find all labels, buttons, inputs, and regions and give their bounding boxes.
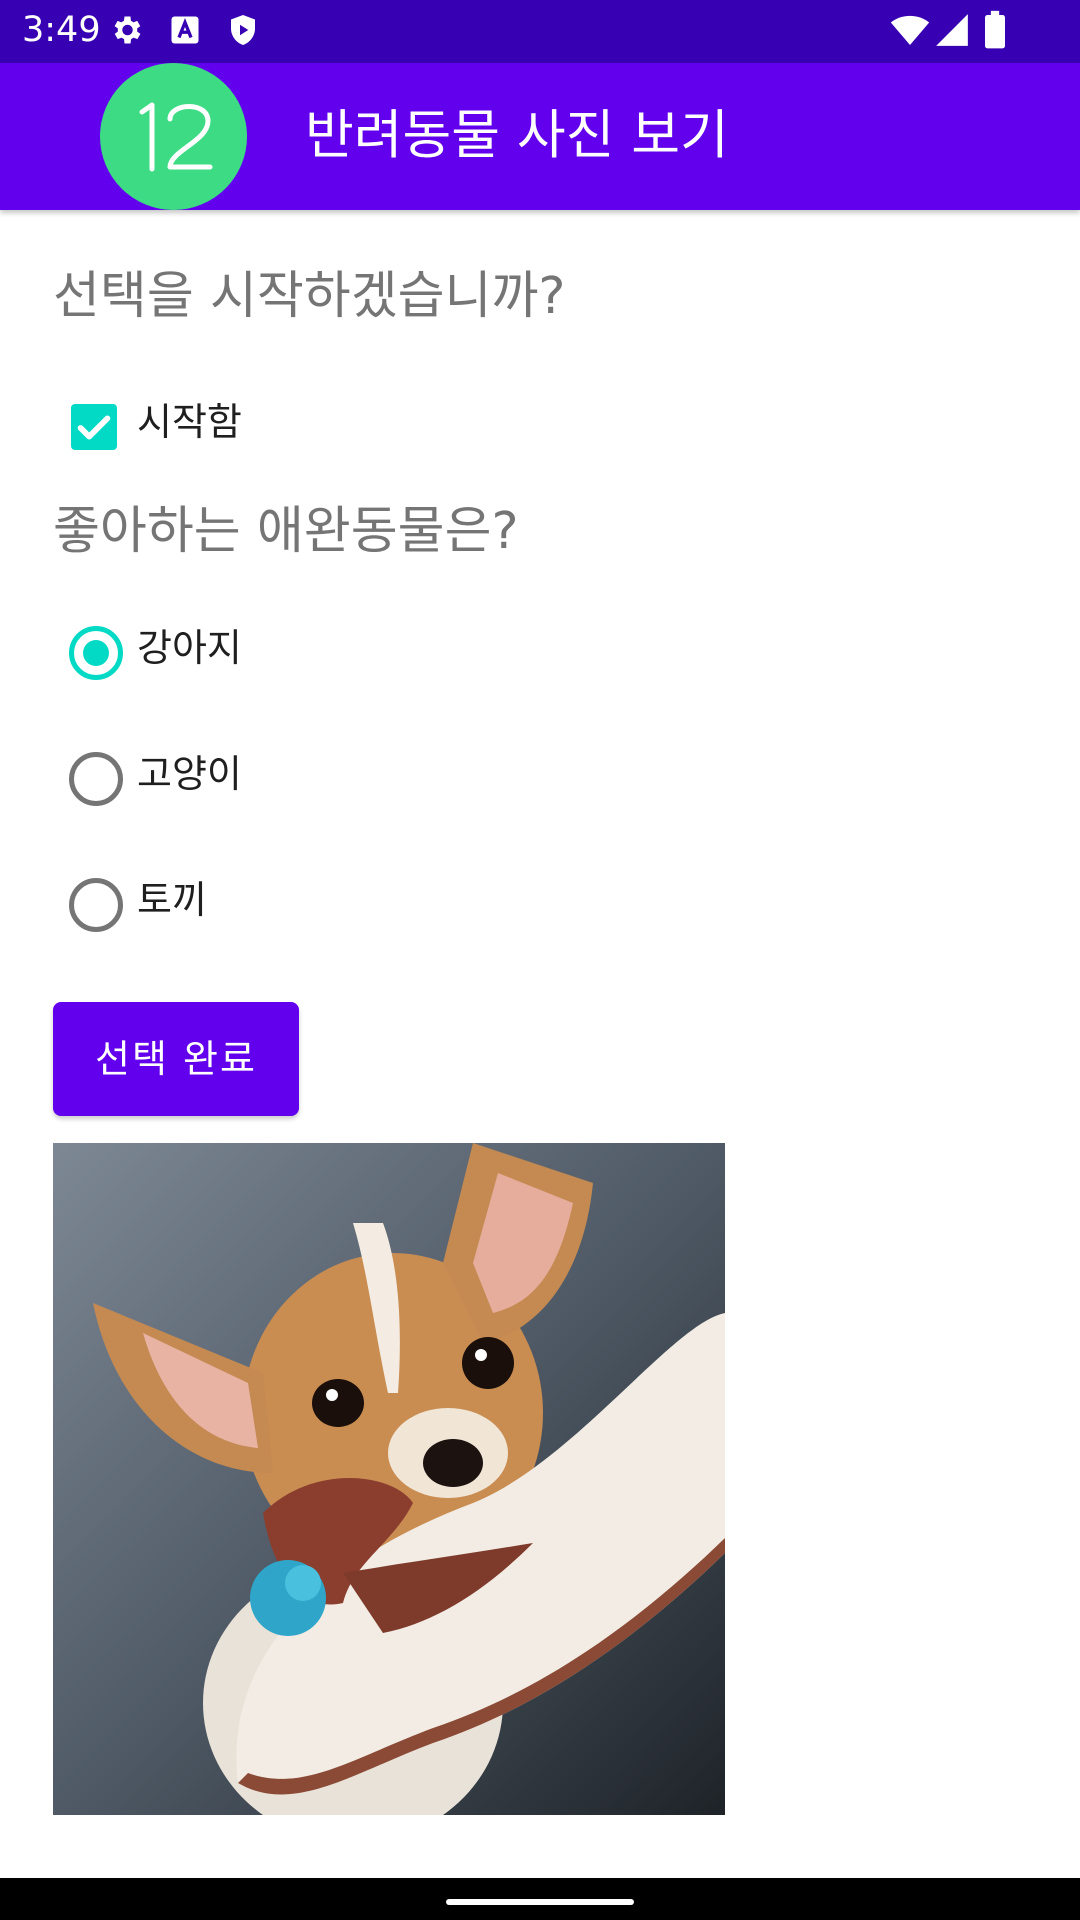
done-button[interactable]: 선택 완료 <box>53 1002 299 1116</box>
radio-selected-icon[interactable] <box>69 626 123 680</box>
start-question: 선택을 시작하겠습니까? <box>53 267 566 326</box>
battery-icon <box>985 10 1005 49</box>
gear-icon <box>114 16 141 44</box>
radio-option-label: 강아지 <box>137 626 242 670</box>
home-gesture-handle[interactable] <box>446 1899 634 1905</box>
checkbox-checked-icon[interactable] <box>71 404 117 450</box>
app-title: 반려동물 사진 보기 <box>305 105 729 166</box>
pet-photo <box>53 1143 725 1815</box>
radio-option-dog[interactable]: 강아지 <box>53 596 553 706</box>
radio-dot <box>83 640 109 666</box>
check-icon <box>77 415 111 440</box>
radio-unselected-icon[interactable] <box>69 752 123 806</box>
pet-question: 좋아하는 애완동물은? <box>53 502 519 561</box>
radio-option-label: 토끼 <box>137 878 207 922</box>
signal-icon <box>936 14 968 46</box>
a-icon <box>171 16 199 44</box>
navigation-bar <box>0 1878 1080 1920</box>
start-checkbox[interactable]: 시작함 <box>53 370 553 480</box>
status-time: 3:49 <box>22 10 101 50</box>
pet-photo-image <box>53 1143 725 1815</box>
wifi-icon <box>890 15 930 45</box>
status-bar: 3:49 <box>0 0 1080 63</box>
start-checkbox-label: 시작함 <box>137 400 242 444</box>
radio-option-label: 고양이 <box>137 752 242 796</box>
play-shield-icon <box>231 15 255 45</box>
app-bar: 반려동물 사진 보기 <box>0 63 1080 210</box>
radio-unselected-icon[interactable] <box>69 878 123 932</box>
radio-option-rabbit[interactable]: 토끼 <box>53 848 553 958</box>
android-12-logo-mark <box>139 102 213 172</box>
android-12-logo <box>100 63 247 210</box>
radio-option-cat[interactable]: 고양이 <box>53 722 553 832</box>
